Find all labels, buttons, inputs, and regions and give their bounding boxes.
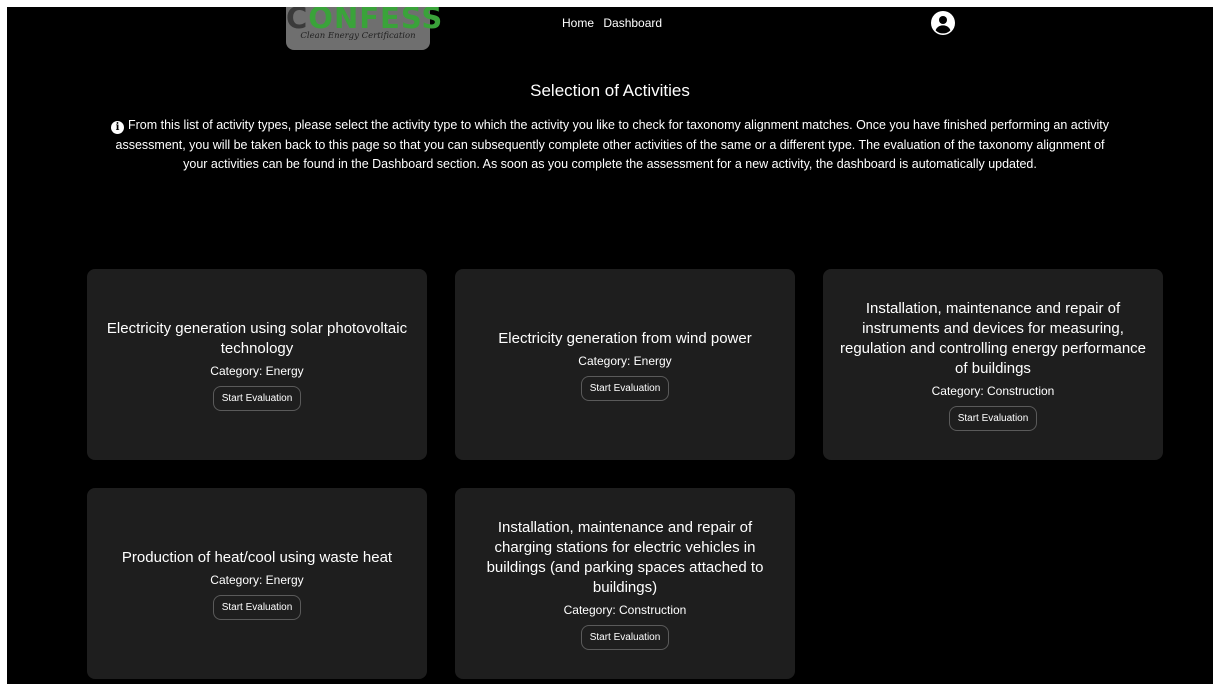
activity-title: Electricity generation from wind power: [498, 329, 752, 347]
activity-card: Installation, maintenance and repair of …: [455, 488, 795, 679]
activity-title: Installation, maintenance and repair of …: [486, 518, 764, 596]
info-icon: i: [111, 121, 124, 134]
intro-body: From this list of activity types, please…: [115, 118, 1110, 171]
nav-home[interactable]: Home: [562, 16, 594, 30]
confess-logo[interactable]: CONFESS Clean Energy Certification: [286, 7, 442, 50]
start-evaluation-button[interactable]: Start Evaluation: [212, 594, 302, 620]
nav-dashboard[interactable]: Dashboard: [603, 16, 662, 30]
account-circle-icon[interactable]: [931, 11, 955, 35]
activity-title: Electricity generation using solar photo…: [106, 319, 408, 357]
start-evaluation-button[interactable]: Start Evaluation: [580, 624, 670, 650]
intro-text: i From this list of activity types, pleas…: [107, 116, 1113, 175]
activity-card: Production of heat/cool using waste heat…: [87, 488, 427, 679]
activity-card: Installation, maintenance and repair of …: [823, 269, 1163, 460]
page-title: Selection of Activities: [530, 81, 690, 100]
start-evaluation-button[interactable]: Start Evaluation: [948, 405, 1038, 431]
activity-card: Electricity generation from wind power C…: [455, 269, 795, 460]
logo-tagline: Clean Energy Certification: [300, 31, 416, 41]
activity-category: Category: Construction: [563, 602, 687, 617]
activity-category: Category: Construction: [931, 383, 1055, 398]
top-nav: Home Dashboard: [562, 16, 668, 30]
activity-category: Category: Energy: [210, 572, 304, 587]
activity-category: Category: Energy: [578, 353, 672, 368]
start-evaluation-button[interactable]: Start Evaluation: [212, 385, 302, 411]
activity-card: Electricity generation using solar photo…: [87, 269, 427, 460]
app-frame: CONFESS Clean Energy Certification Home …: [7, 7, 1213, 684]
activity-title: Production of heat/cool using waste heat: [121, 548, 393, 566]
activity-category: Category: Energy: [210, 363, 304, 378]
start-evaluation-button[interactable]: Start Evaluation: [580, 375, 670, 401]
activity-title: Installation, maintenance and repair of …: [839, 299, 1147, 377]
